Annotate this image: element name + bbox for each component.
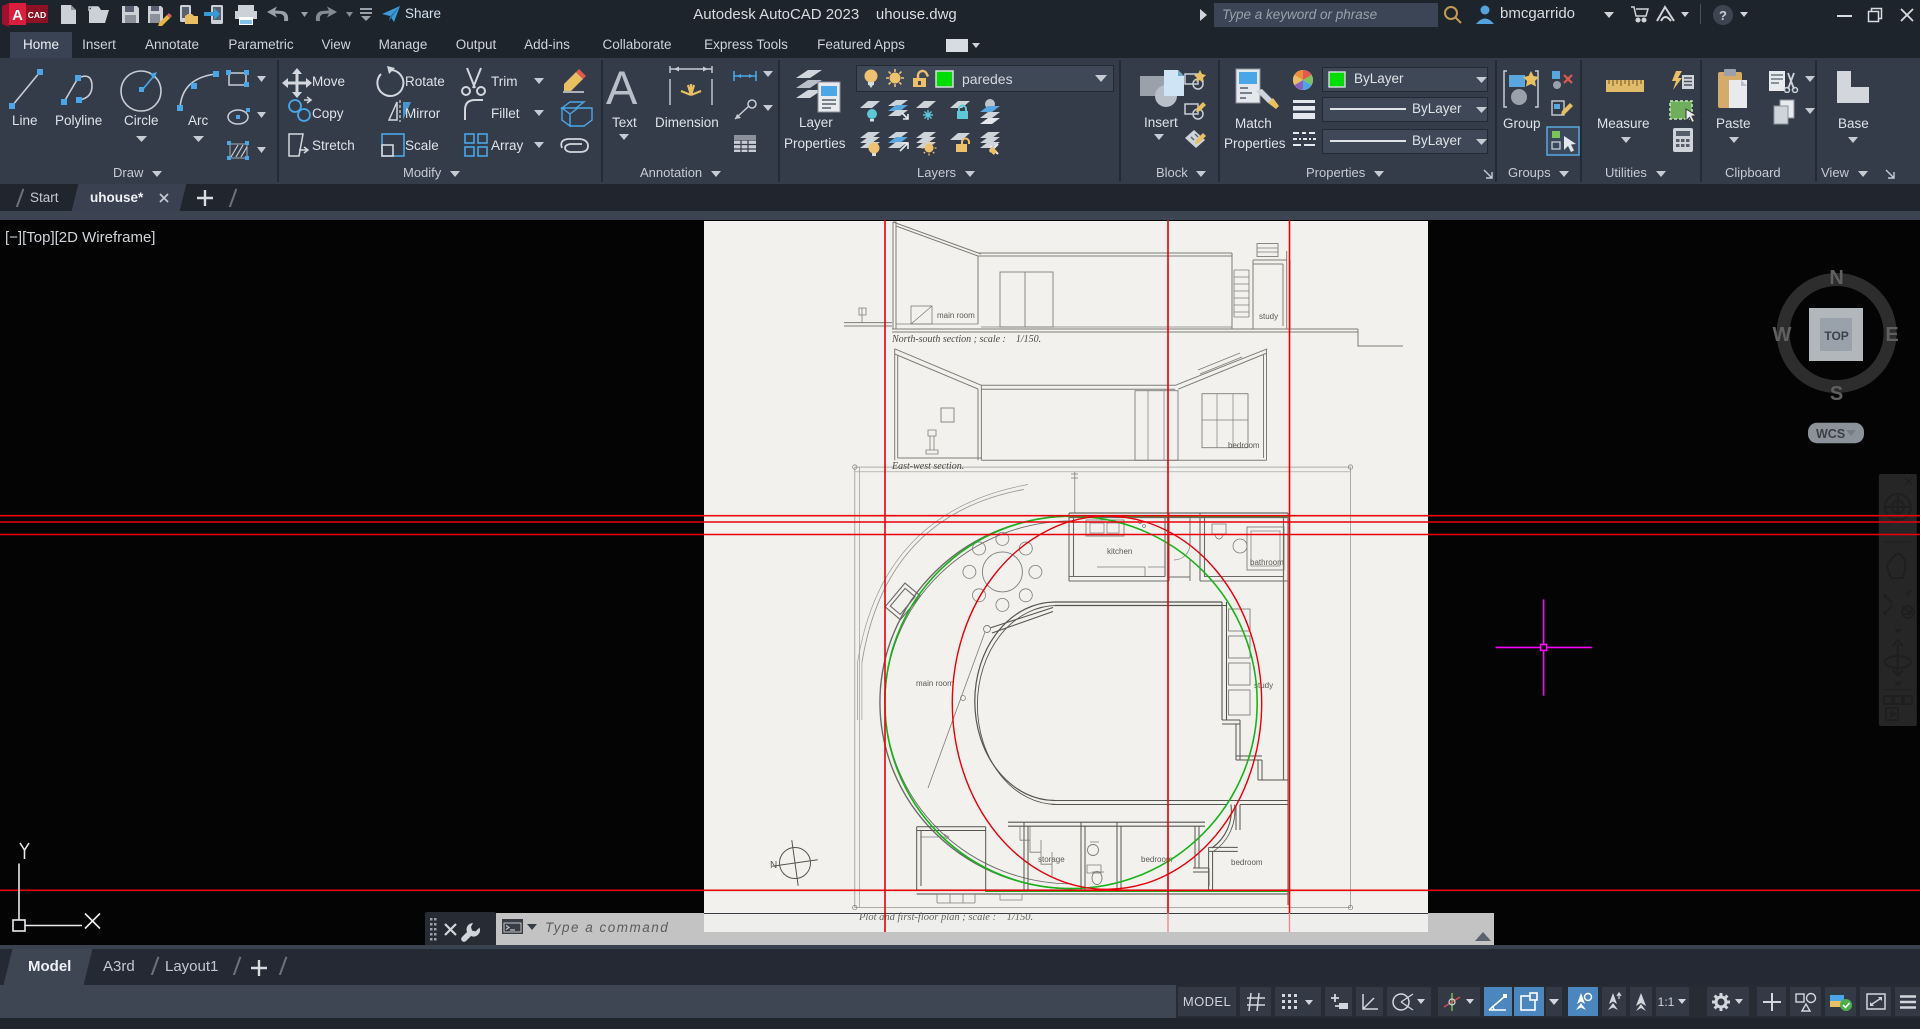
svg-text:bedroom: bedroom [1228, 441, 1260, 450]
svg-text:A: A [12, 7, 23, 24]
svg-text:North-south section ; scale :: North-south section ; scale : 1/150. [891, 334, 1041, 345]
svg-text:paredes: paredes [962, 71, 1013, 87]
svg-text:bedroom: bedroom [1231, 858, 1263, 867]
svg-text:East-west section.: East-west section. [891, 461, 964, 472]
svg-text:CAD: CAD [28, 10, 46, 20]
svg-text:E: E [1885, 324, 1898, 346]
svg-text:[−][Top][2D Wireframe]: [−][Top][2D Wireframe] [5, 229, 155, 246]
svg-text:bathroom: bathroom [1250, 558, 1284, 567]
svg-text:kitchen: kitchen [1107, 547, 1132, 556]
svg-text:S: S [1830, 383, 1843, 405]
svg-text:storage: storage [1038, 855, 1065, 864]
svg-text:N: N [770, 860, 777, 871]
svg-text:N: N [1829, 267, 1843, 289]
svg-text:W: W [1773, 324, 1792, 346]
svg-text:?: ? [1719, 8, 1727, 23]
svg-text:WCS: WCS [1816, 427, 1845, 441]
svg-text:TOP: TOP [1824, 329, 1848, 343]
svg-text:study: study [1259, 312, 1278, 321]
svg-text:main room: main room [937, 311, 975, 320]
svg-text:main room: main room [916, 679, 954, 688]
